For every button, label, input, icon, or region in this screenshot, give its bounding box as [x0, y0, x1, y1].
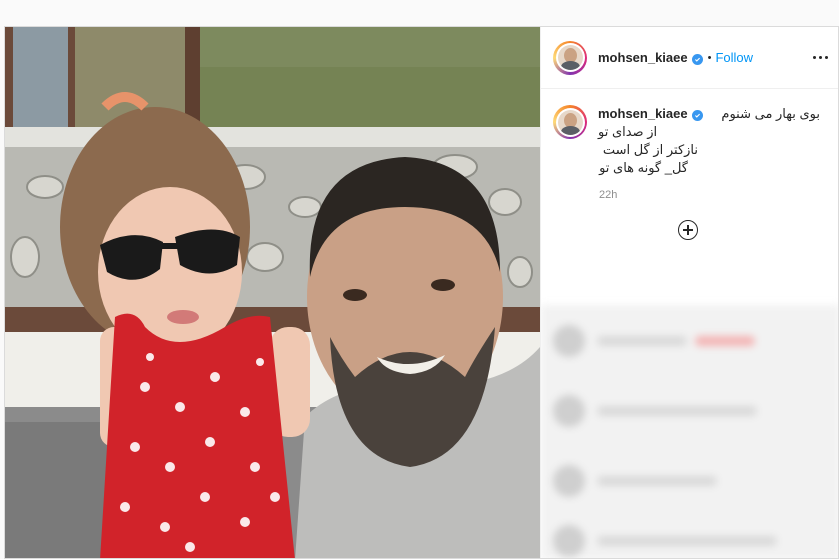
- more-options-icon[interactable]: [808, 46, 832, 70]
- caption-body: mohsen_kiaee بوی بهار می شنوم از صدای تو…: [598, 105, 820, 177]
- verified-badge-icon: [691, 54, 703, 65]
- caption-row: mohsen_kiaee بوی بهار می شنوم از صدای تو…: [553, 105, 828, 177]
- caption-username[interactable]: mohsen_kiaee: [598, 105, 703, 123]
- follow-button[interactable]: Follow: [715, 50, 753, 65]
- caption-head: mohsen_kiaee بوی بهار می شنوم: [598, 105, 820, 123]
- caption-avatar[interactable]: [553, 105, 587, 139]
- blurred-comment: [553, 325, 755, 357]
- caption-line-4: گل_ گونه های تو: [599, 160, 688, 175]
- blurred-comment: [553, 465, 717, 497]
- post-timestamp[interactable]: 22h: [599, 189, 828, 201]
- post-header: mohsen_kiaee • Follow: [541, 27, 838, 89]
- photo-illustration: [5, 27, 540, 558]
- blurred-comment: [553, 395, 757, 427]
- verified-badge-icon: [691, 110, 703, 121]
- caption-line-3: نازکتر از گل است: [602, 142, 698, 157]
- caption-line-1: بوی بهار می شنوم: [721, 106, 820, 121]
- add-circle-icon[interactable]: [678, 220, 698, 240]
- comments-section: mohsen_kiaee بوی بهار می شنوم از صدای تو…: [541, 89, 838, 558]
- header-username-text[interactable]: mohsen_kiaee: [598, 50, 688, 65]
- separator-dot: •: [707, 51, 712, 64]
- caption-line-2: از صدای تو: [598, 124, 658, 139]
- post-sidebar: mohsen_kiaee • Follow mohsen_kiaee بوی ب…: [540, 27, 838, 558]
- blurred-comments: [541, 305, 838, 558]
- post-container: mohsen_kiaee • Follow mohsen_kiaee بوی ب…: [4, 26, 839, 559]
- blurred-comment: [553, 525, 777, 557]
- profile-avatar[interactable]: [553, 40, 587, 75]
- post-photo[interactable]: [5, 27, 540, 558]
- header-username[interactable]: mohsen_kiaee: [598, 50, 703, 65]
